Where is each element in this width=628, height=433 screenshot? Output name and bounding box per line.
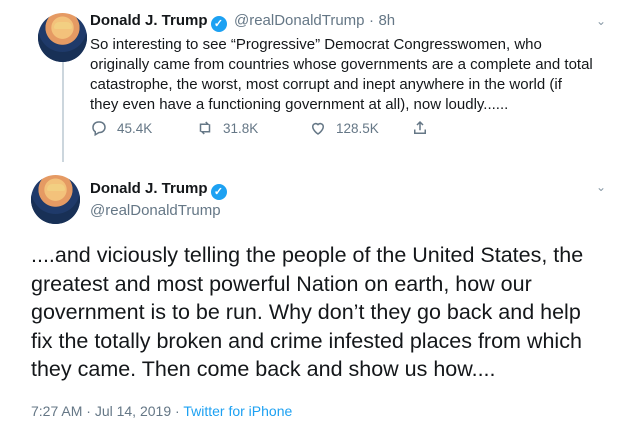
verified-badge-icon: ✓	[210, 16, 227, 32]
timestamp[interactable]: 8h	[378, 12, 395, 29]
chevron-down-icon[interactable]: ⌄	[596, 14, 606, 28]
tweet-time[interactable]: 7:27 AM	[31, 403, 82, 419]
tweet-source-link[interactable]: Twitter for iPhone	[183, 403, 292, 419]
tweet-1-header: Donald J. Trump ✓ @realDonaldTrump · 8h	[90, 12, 395, 32]
display-name[interactable]: Donald J. Trump	[90, 180, 208, 197]
separator: ·	[86, 403, 91, 419]
share-button[interactable]	[411, 119, 429, 137]
retweet-icon	[199, 121, 211, 135]
avatar[interactable]	[31, 175, 80, 224]
tweet-meta: 7:27 AM · Jul 14, 2019 · Twitter for iPh…	[31, 403, 292, 419]
user-handle[interactable]: @realDonaldTrump	[234, 12, 365, 29]
tweet-date[interactable]: Jul 14, 2019	[95, 403, 171, 419]
like-count: 128.5K	[336, 120, 379, 136]
display-name[interactable]: Donald J. Trump	[90, 12, 208, 29]
verified-badge-icon: ✓	[210, 184, 227, 200]
reply-button[interactable]: 45.4K	[90, 119, 196, 137]
separator: ·	[368, 12, 374, 29]
like-button[interactable]: 128.5K	[309, 119, 411, 137]
share-icon	[414, 120, 426, 134]
tweet-actions: 45.4K 31.8K 128.5K	[90, 119, 429, 137]
chevron-down-icon[interactable]: ⌄	[596, 180, 606, 194]
tweet-2-text: ....and viciously telling the people of …	[31, 243, 584, 381]
reply-count: 45.4K	[117, 120, 153, 136]
like-icon	[311, 122, 325, 135]
tweet-1: Donald J. Trump ✓ @realDonaldTrump · 8h ⌄…	[0, 0, 628, 166]
separator: ·	[175, 403, 180, 419]
user-handle[interactable]: @realDonaldTrump	[90, 202, 227, 219]
thread-line	[62, 62, 64, 162]
retweet-count: 31.8K	[223, 120, 259, 136]
reply-icon	[92, 121, 106, 137]
tweet-1-text: So interesting to see “Progressive” Demo…	[90, 36, 593, 113]
avatar[interactable]	[38, 13, 87, 62]
retweet-button[interactable]: 31.8K	[196, 119, 309, 137]
tweet-2-header: Donald J. Trump ✓ @realDonaldTrump	[90, 180, 227, 219]
